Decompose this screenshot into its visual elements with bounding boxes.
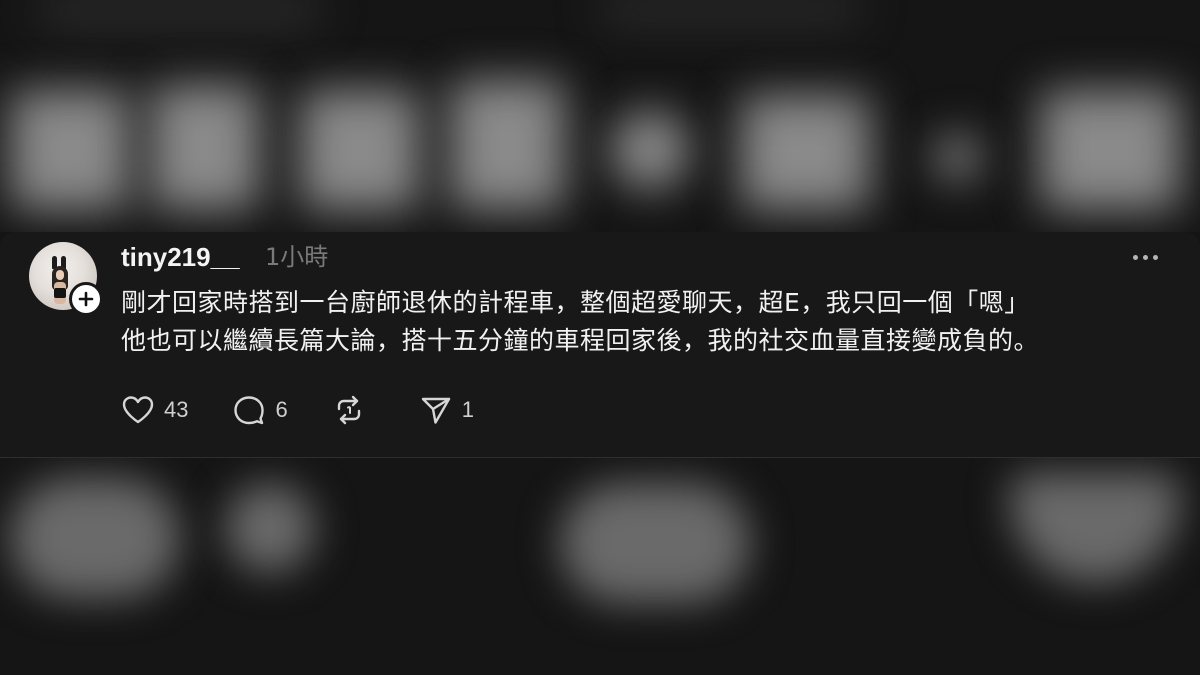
avatar-container[interactable]	[29, 242, 103, 316]
post-timestamp: 1小時	[265, 243, 329, 271]
thread-post: tiny219__ 1小時 剛才回家時搭到一台廚師退休的計程車，整個超愛聊天，超…	[0, 232, 1200, 458]
heart-icon	[122, 396, 154, 424]
post-body: 剛才回家時搭到一台廚師退休的計程車，整個超愛聊天，超E，我只回一個「嗯」 他也可…	[121, 284, 1171, 360]
repost-button[interactable]	[332, 394, 375, 426]
avatar-photo	[49, 256, 71, 306]
post-text-line: 他也可以繼續長篇大論，搭十五分鐘的車程回家後，我的社交血量直接變成負的。	[121, 326, 1040, 355]
follow-button[interactable]	[69, 282, 103, 316]
comment-button[interactable]: 6	[232, 394, 288, 426]
send-icon	[421, 397, 450, 424]
blurred-background-bottom	[0, 458, 1200, 675]
like-count: 43	[164, 397, 189, 422]
more-options-button[interactable]	[1128, 244, 1162, 270]
username[interactable]: tiny219__	[121, 240, 240, 274]
more-horizontal-icon	[1132, 254, 1138, 260]
plus-icon	[78, 291, 94, 307]
screen: tiny219__ 1小時 剛才回家時搭到一台廚師退休的計程車，整個超愛聊天，超…	[0, 0, 1200, 675]
share-button[interactable]: 1	[419, 394, 474, 426]
post-text-line: 剛才回家時搭到一台廚師退休的計程車，整個超愛聊天，超E，我只回一個「嗯」	[121, 288, 1030, 317]
repost-arrows-icon	[337, 395, 360, 425]
comment-bubble-icon	[234, 396, 265, 425]
post-actions: 43 6 1	[121, 390, 518, 430]
like-button[interactable]: 43	[121, 394, 188, 426]
blurred-background-top	[0, 0, 1200, 232]
share-count: 1	[461, 397, 474, 422]
comment-count: 6	[275, 397, 288, 422]
